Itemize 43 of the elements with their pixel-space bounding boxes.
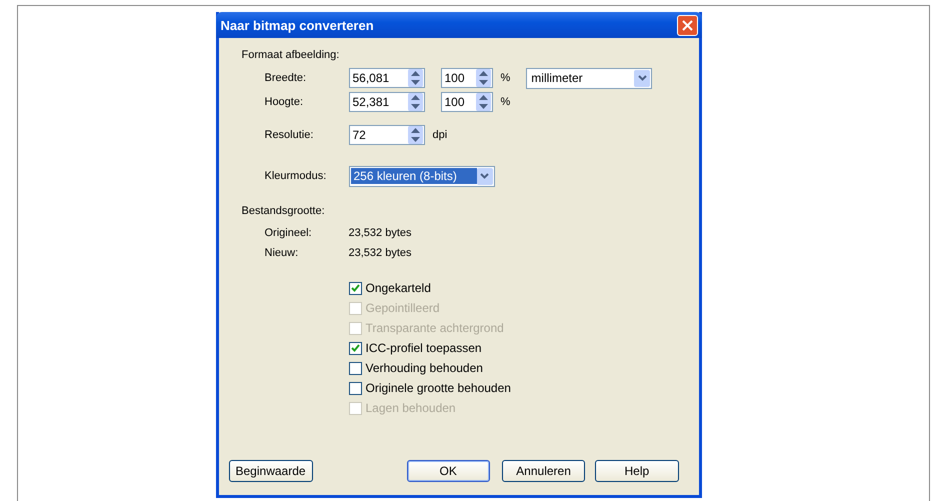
field-label: Hoogte: bbox=[264, 96, 304, 108]
checkbox[interactable] bbox=[348, 342, 362, 354]
checkbox[interactable] bbox=[348, 282, 362, 294]
checkbox[interactable] bbox=[348, 362, 362, 374]
unit-label: % bbox=[500, 72, 510, 84]
spinner-icon[interactable] bbox=[408, 126, 422, 144]
close-icon bbox=[682, 20, 692, 30]
unit-label: dpi bbox=[432, 129, 448, 141]
field-label: Breedte: bbox=[264, 72, 308, 84]
checkbox-label: ICC-profiel toepassen bbox=[366, 341, 482, 355]
checkbox-label: Verhouding behouden bbox=[366, 361, 483, 375]
dialog-button[interactable]: Annuleren bbox=[502, 460, 586, 482]
info-value: 23,532 bytes bbox=[348, 247, 412, 259]
checkbox[interactable] bbox=[348, 382, 362, 394]
spinner-icon[interactable] bbox=[408, 69, 422, 87]
number-field[interactable]: 52,381 bbox=[348, 92, 424, 112]
section-heading: Formaat afbeelding: bbox=[242, 49, 340, 61]
spinner-icon[interactable] bbox=[476, 69, 490, 87]
dialog-button[interactable]: OK bbox=[406, 460, 490, 482]
percent-field[interactable]: 100 bbox=[440, 92, 492, 112]
checkbox-label: Transparante achtergrond bbox=[366, 321, 504, 335]
number-field[interactable]: 56,081 bbox=[348, 68, 424, 88]
field-label: Kleurmodus: bbox=[264, 170, 328, 182]
dialog-button[interactable]: Help bbox=[595, 460, 678, 482]
section-heading: Bestandsgrootte: bbox=[242, 205, 326, 217]
spinner-icon[interactable] bbox=[476, 93, 490, 111]
info-value: 23,532 bytes bbox=[348, 227, 412, 239]
window-title: Naar bitmap converteren bbox=[220, 18, 374, 32]
close-button[interactable] bbox=[676, 14, 698, 36]
number-field[interactable]: 72 bbox=[348, 125, 424, 145]
info-label: Origineel: bbox=[264, 227, 313, 239]
info-label: Nieuw: bbox=[264, 247, 300, 259]
dialog-button[interactable]: Beginwaarde bbox=[228, 460, 313, 482]
checkbox-label: Gepointilleerd bbox=[366, 301, 440, 315]
unit-label: % bbox=[500, 96, 510, 108]
unit-dropdown[interactable]: millimeter bbox=[526, 68, 652, 88]
checkbox-label: Lagen behouden bbox=[366, 401, 456, 415]
checkbox-label: Originele grootte behouden bbox=[366, 381, 511, 395]
field-label: Resolutie: bbox=[264, 129, 314, 141]
percent-field[interactable]: 100 bbox=[440, 68, 492, 88]
spinner-icon[interactable] bbox=[408, 93, 422, 111]
color-mode-dropdown[interactable]: 256 kleuren (8-bits) bbox=[348, 166, 494, 186]
checkbox-label: Ongekarteld bbox=[366, 281, 431, 295]
